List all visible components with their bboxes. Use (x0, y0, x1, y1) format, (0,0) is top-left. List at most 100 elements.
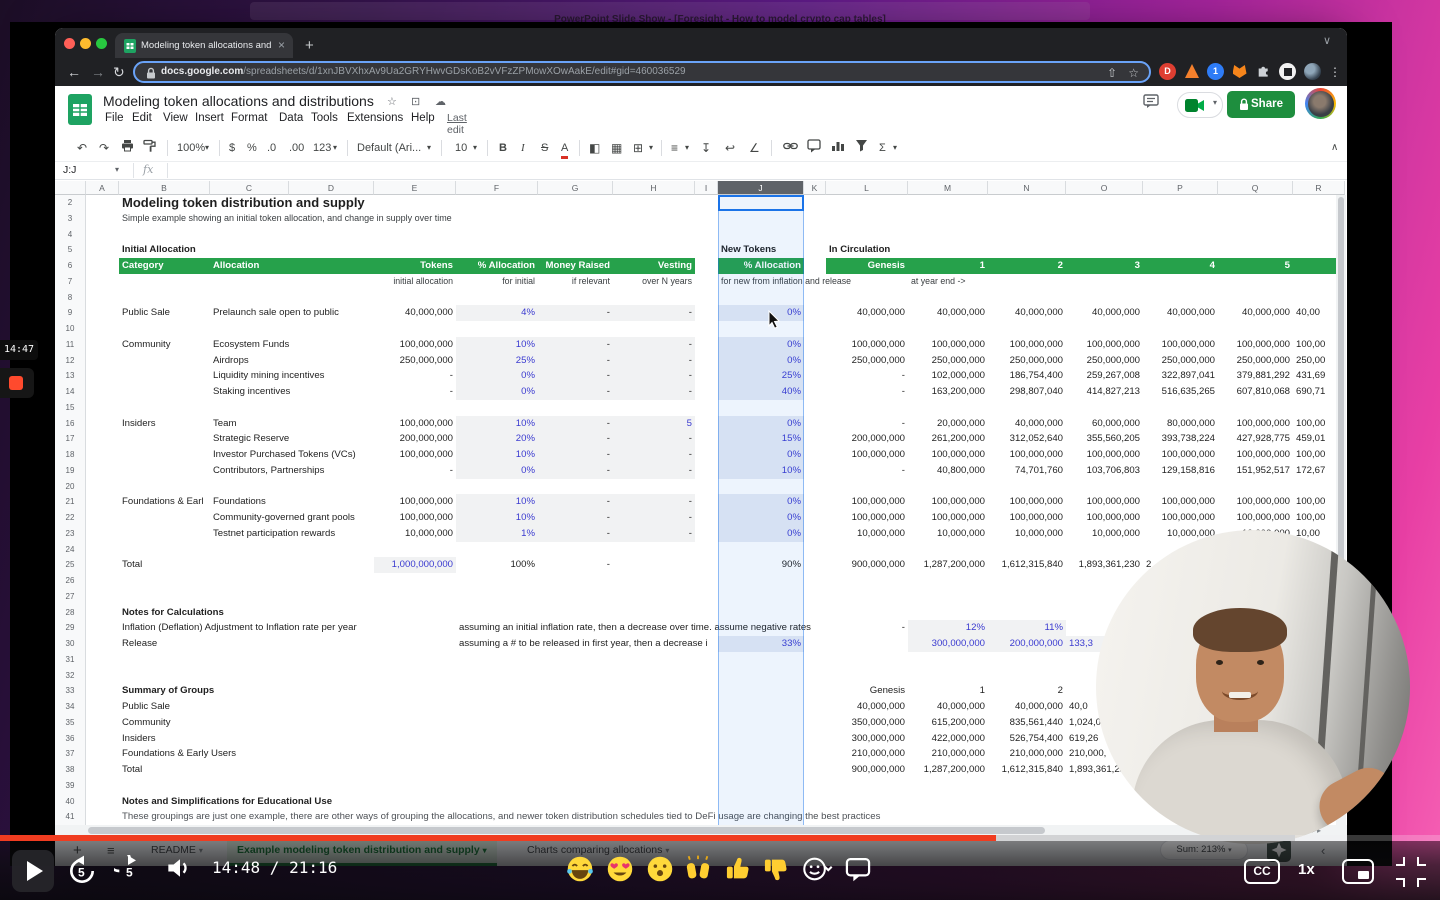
column-header-M[interactable]: M (908, 181, 988, 195)
bookmark-star-icon[interactable]: ☆ (1128, 64, 1139, 82)
row-header-33[interactable]: 33 (55, 683, 86, 699)
menu-view[interactable]: View (163, 112, 188, 124)
cell-O23[interactable]: 10,000,000 (1066, 526, 1143, 542)
tab-close-icon[interactable]: × (278, 33, 285, 58)
cell-N18[interactable]: 100,000,000 (988, 447, 1066, 463)
cell-E9[interactable]: 40,000,000 (374, 305, 456, 321)
row-header-32[interactable]: 32 (55, 668, 86, 684)
borders-icon[interactable]: ▦ (611, 139, 622, 157)
cell-H12[interactable]: - (613, 353, 695, 369)
align-caret-icon[interactable]: ▾ (685, 140, 689, 156)
column-header-E[interactable]: E (374, 181, 456, 195)
cell-O11[interactable]: 100,000,000 (1066, 337, 1143, 353)
cell-O14[interactable]: 414,827,213 (1066, 384, 1143, 400)
cell-L36[interactable]: 300,000,000 (826, 731, 908, 747)
row-header-27[interactable]: 27 (55, 589, 86, 605)
row-header-29[interactable]: 29 (55, 620, 86, 636)
cell-L16[interactable]: - (826, 416, 908, 432)
account-avatar[interactable] (1305, 88, 1336, 119)
cell-J22[interactable]: 0% (718, 510, 804, 526)
row-header-12[interactable]: 12 (55, 353, 86, 369)
cell-H18[interactable]: - (613, 447, 695, 463)
column-header-I[interactable]: I (695, 181, 718, 195)
row-header-31[interactable]: 31 (55, 652, 86, 668)
tab-search-chevron-icon[interactable]: ∨ (1323, 34, 1331, 47)
cell-G19[interactable]: - (538, 463, 613, 479)
heart-eyes-emoji-button[interactable] (606, 855, 634, 883)
format-percent-button[interactable]: % (247, 140, 257, 156)
cell-E11[interactable]: 100,000,000 (374, 337, 456, 353)
cell-N17[interactable]: 312,052,640 (988, 431, 1066, 447)
name-box-caret-icon[interactable]: ▾ (115, 165, 119, 174)
cell-E25[interactable]: 1,000,000,000 (374, 557, 456, 573)
stop-recording-button[interactable] (0, 368, 34, 398)
row-header-11[interactable]: 11 (55, 337, 86, 353)
cell-P18[interactable]: 100,000,000 (1143, 447, 1218, 463)
thumbs-up-emoji-button[interactable] (724, 855, 752, 883)
cell-C6[interactable]: Allocation (210, 258, 289, 274)
cell-O21[interactable]: 100,000,000 (1066, 494, 1143, 510)
cell-B2[interactable]: Modeling token distribution and supply (119, 195, 210, 211)
thumbs-down-emoji-button[interactable] (762, 855, 790, 883)
row-header-26[interactable]: 26 (55, 573, 86, 589)
share-page-icon[interactable]: ⇧ (1107, 64, 1117, 82)
cell-L33[interactable]: Genesis (826, 683, 908, 699)
cell-O6[interactable]: 3 (1066, 258, 1143, 274)
fill-color-icon[interactable]: ◧ (589, 139, 600, 157)
menu-edit[interactable]: Edit (132, 112, 152, 124)
column-header-D[interactable]: D (289, 181, 374, 195)
cell-G17[interactable]: - (538, 431, 613, 447)
cell-J21[interactable]: 0% (718, 494, 804, 510)
cell-F29[interactable]: assuming an initial inflation rate, then… (456, 620, 828, 636)
cell-E13[interactable]: - (374, 368, 456, 384)
share-button[interactable]: Share (1227, 91, 1295, 118)
cell-M19[interactable]: 40,800,000 (908, 463, 988, 479)
column-header-H[interactable]: H (613, 181, 695, 195)
cell-N25[interactable]: 1,612,315,840 (988, 557, 1066, 573)
cell-G22[interactable]: - (538, 510, 613, 526)
cell-F9[interactable]: 4% (456, 305, 538, 321)
surprised-emoji-button[interactable] (646, 855, 674, 883)
cell-B34[interactable]: Public Sale (119, 699, 210, 715)
row-header-34[interactable]: 34 (55, 699, 86, 715)
cell-C13[interactable]: Liquidity mining incentives (210, 368, 289, 384)
cell-F21[interactable]: 10% (456, 494, 538, 510)
cell-B29[interactable]: Inflation (Deflation) Adjustment to Infl… (119, 620, 210, 636)
font-size-caret-icon[interactable]: ▾ (473, 140, 477, 156)
cell-Q16[interactable]: 100,000,000 (1218, 416, 1293, 432)
cell-G25[interactable]: - (538, 557, 613, 573)
row-header-28[interactable]: 28 (55, 605, 86, 621)
cell-O18[interactable]: 100,000,000 (1066, 447, 1143, 463)
row-header-24[interactable]: 24 (55, 542, 86, 558)
extension-bw-icon[interactable] (1279, 63, 1296, 80)
cell-P16[interactable]: 80,000,000 (1143, 416, 1218, 432)
zoom-window-button[interactable] (96, 38, 107, 49)
skip-back-5-button[interactable]: 5 (66, 855, 98, 887)
cell-O22[interactable]: 100,000,000 (1066, 510, 1143, 526)
insert-link-icon[interactable] (783, 139, 798, 157)
extension-metamask-icon[interactable] (1231, 63, 1248, 80)
cell-H22[interactable]: - (613, 510, 695, 526)
cell-H7[interactable]: over N years (613, 274, 695, 290)
cell-M7[interactable]: at year end -> (908, 274, 988, 290)
font-select[interactable]: Default (Ari... (357, 140, 421, 156)
row-header-17[interactable]: 17 (55, 431, 86, 447)
cell-L37[interactable]: 210,000,000 (826, 746, 908, 762)
cell-J5[interactable]: New Tokens (718, 242, 804, 258)
row-header-13[interactable]: 13 (55, 368, 86, 384)
cell-O17[interactable]: 355,560,205 (1066, 431, 1143, 447)
cell-N30[interactable]: 200,000,000 (988, 636, 1066, 652)
horizontal-align-icon[interactable]: ≡ (671, 139, 678, 157)
cell-B3[interactable]: Simple example showing an initial token … (119, 211, 210, 227)
cell-D6[interactable] (289, 258, 374, 274)
cell-G16[interactable]: - (538, 416, 613, 432)
cell-N19[interactable]: 74,701,760 (988, 463, 1066, 479)
cell-M16[interactable]: 20,000,000 (908, 416, 988, 432)
cell-N36[interactable]: 526,754,400 (988, 731, 1066, 747)
cell-E18[interactable]: 100,000,000 (374, 447, 456, 463)
row-header-4[interactable]: 4 (55, 227, 86, 243)
cell-Q14[interactable]: 607,810,068 (1218, 384, 1293, 400)
cell-Q9[interactable]: 40,000,000 (1218, 305, 1293, 321)
cell-M14[interactable]: 163,200,000 (908, 384, 988, 400)
minimize-window-button[interactable] (80, 38, 91, 49)
